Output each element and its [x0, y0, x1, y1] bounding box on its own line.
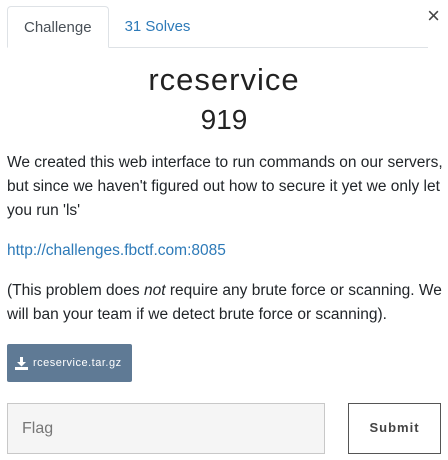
- tab-solves[interactable]: 31 Solves: [109, 6, 207, 47]
- note-text-before: (This problem does: [7, 282, 144, 299]
- challenge-modal: × Challenge 31 Solves rceservice 919 We …: [0, 0, 448, 460]
- flag-input[interactable]: [7, 403, 325, 454]
- note-emphasis: not: [143, 282, 166, 299]
- challenge-url-link[interactable]: http://challenges.fbctf.com:8085: [7, 239, 226, 263]
- challenge-points: 919: [200, 104, 248, 135]
- close-icon[interactable]: ×: [427, 4, 440, 28]
- file-name-label: rceservice.tar.gz: [33, 357, 122, 369]
- download-icon: [15, 356, 28, 370]
- download-file-button[interactable]: rceservice.tar.gz: [7, 344, 132, 382]
- tab-challenge[interactable]: Challenge: [7, 6, 109, 48]
- challenge-name: rceservice: [148, 62, 300, 97]
- submit-button[interactable]: Submit: [348, 403, 441, 454]
- challenge-description: We created this web interface to run com…: [7, 154, 443, 219]
- tab-bar: Challenge 31 Solves: [7, 6, 428, 48]
- challenge-note: (This problem does not require any brute…: [7, 279, 443, 327]
